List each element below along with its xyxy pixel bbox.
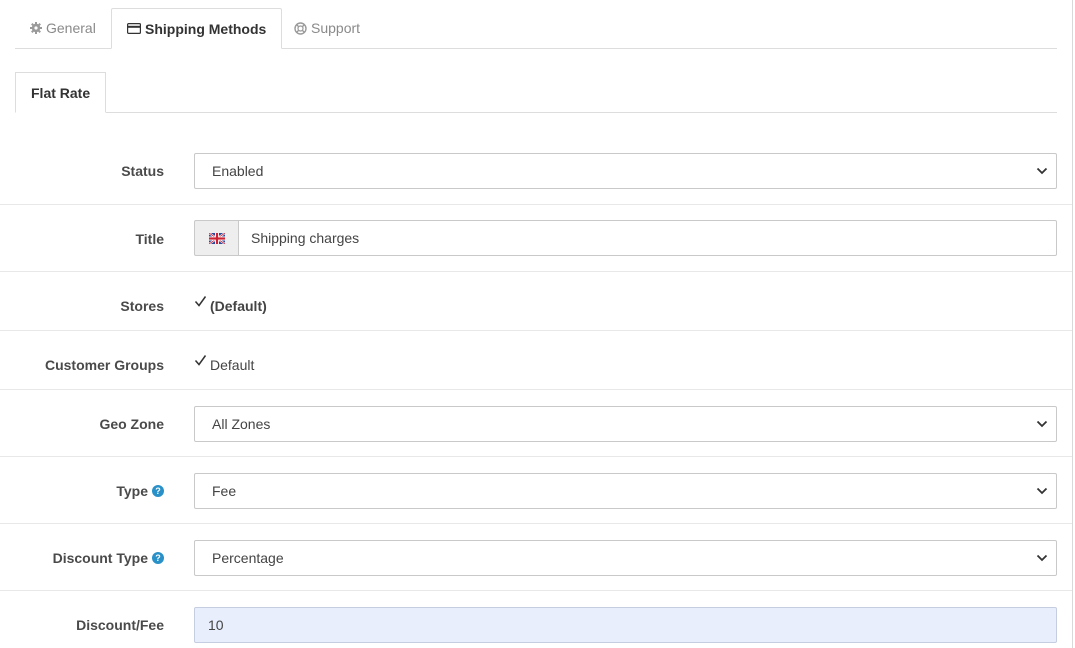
title-label: Title	[135, 231, 164, 247]
chevron-down-icon	[1036, 167, 1048, 175]
tab-shipping-methods-label: Shipping Methods	[145, 20, 267, 37]
tab-general-label: General	[46, 20, 96, 36]
status-label: Status	[121, 163, 164, 179]
life-ring-icon	[294, 21, 307, 35]
help-icon[interactable]: ?	[152, 485, 164, 497]
chevron-down-icon	[1036, 420, 1048, 428]
tab-support-label: Support	[311, 20, 361, 36]
help-icon[interactable]: ?	[152, 552, 164, 564]
stores-label: Stores	[120, 298, 164, 314]
tab-general[interactable]: General	[30, 8, 96, 48]
stores-row: Stores (Default)	[0, 271, 1072, 331]
type-label: Type	[116, 483, 148, 499]
checkbox-checked-icon[interactable]	[194, 354, 207, 367]
customer-groups-checkbox-item[interactable]: Default	[194, 354, 255, 373]
language-addon	[194, 220, 238, 256]
discount-type-row: Discount Type ? Percentage	[0, 523, 1072, 591]
gear-icon	[30, 22, 42, 34]
checkbox-checked-icon[interactable]	[194, 295, 207, 308]
discount-type-value: Percentage	[212, 550, 284, 566]
status-row: Status Enabled	[0, 137, 1072, 205]
tab-flat-rate[interactable]: Flat Rate	[15, 72, 107, 113]
shipping-method-tabs: Flat Rate	[15, 72, 1057, 113]
discount-type-select[interactable]: Percentage	[194, 540, 1057, 576]
geo-zone-label: Geo Zone	[99, 416, 164, 432]
status-value: Enabled	[212, 163, 264, 179]
geo-zone-row: Geo Zone All Zones	[0, 389, 1072, 457]
geo-zone-select[interactable]: All Zones	[194, 406, 1057, 442]
title-input[interactable]: Shipping charges	[238, 220, 1057, 256]
customer-groups-option-label: Default	[210, 357, 255, 373]
stores-option-label: (Default)	[210, 298, 267, 314]
title-row: Title Shipping charges	[0, 204, 1072, 271]
status-select[interactable]: Enabled	[194, 153, 1057, 189]
title-input-group: Shipping charges	[194, 220, 1057, 256]
customer-groups-row: Customer Groups Default	[0, 330, 1072, 390]
stores-checkbox-item[interactable]: (Default)	[194, 295, 267, 314]
customer-groups-label: Customer Groups	[44, 357, 164, 373]
tab-support[interactable]: Support	[294, 8, 360, 48]
tab-shipping-methods[interactable]: Shipping Methods	[111, 8, 283, 49]
discount-type-label: Discount Type	[52, 550, 148, 566]
type-label-wrap: Type ?	[116, 483, 164, 499]
main-tabs: General Shipping Methods Support	[15, 8, 1057, 49]
discount-type-label-wrap: Discount Type ?	[53, 550, 164, 566]
credit-card-icon	[127, 23, 141, 34]
geo-zone-value: All Zones	[212, 416, 271, 432]
chevron-down-icon	[1036, 554, 1048, 562]
scrollbar[interactable]	[1072, 0, 1073, 648]
type-row: Type ? Fee	[0, 456, 1072, 524]
type-value: Fee	[212, 483, 237, 499]
chevron-down-icon	[1036, 487, 1048, 495]
type-select[interactable]: Fee	[194, 473, 1057, 509]
discount-fee-input[interactable]: 10	[194, 607, 1057, 643]
discount-fee-label: Discount/Fee	[76, 617, 164, 633]
uk-flag-icon	[208, 232, 225, 244]
discount-fee-row: Discount/Fee 10	[0, 590, 1072, 648]
